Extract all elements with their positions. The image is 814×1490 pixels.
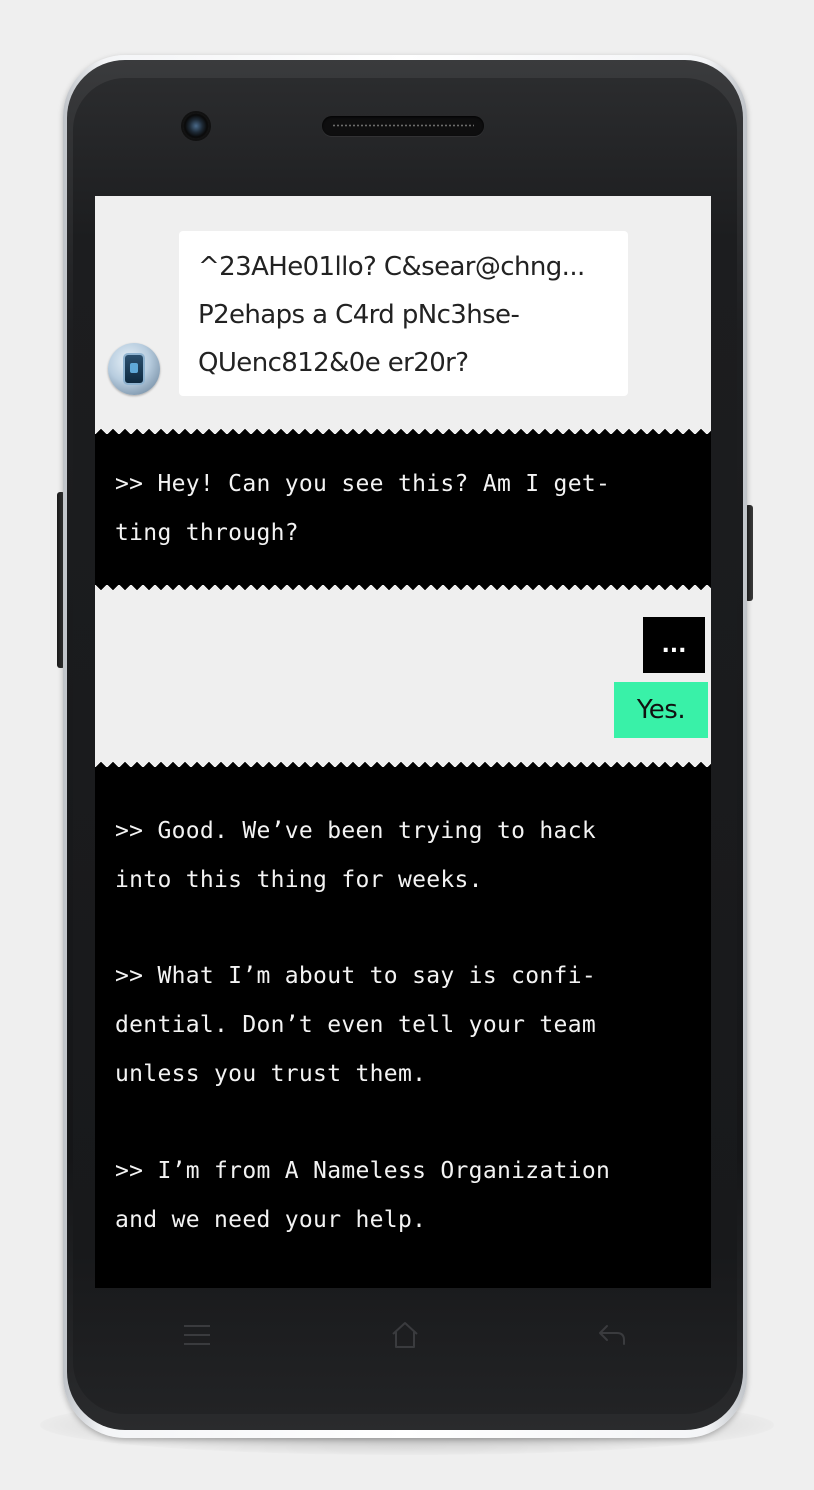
reply-panel: ... Yes.: [95, 585, 711, 767]
terminal-message: >> Good. We’ve been trying to hack into …: [115, 818, 597, 893]
earpiece-speaker: [322, 116, 484, 136]
zigzag-edge: [95, 424, 711, 434]
card-avatar-icon: [108, 343, 160, 395]
incoming-message-bubble: ^23AHe01llo? C&sear@chng... P2ehaps a C4…: [179, 231, 628, 396]
selected-reply-button[interactable]: Yes.: [614, 682, 708, 738]
home-button[interactable]: [385, 1318, 425, 1352]
zigzag-edge: [95, 585, 711, 595]
reply-option-button[interactable]: ...: [643, 617, 705, 673]
back-button[interactable]: [592, 1318, 632, 1352]
incoming-message-panel: ^23AHe01llo? C&sear@chng... P2ehaps a C4…: [95, 196, 711, 434]
terminal-message: >> What I’m about to say is confi- denti…: [115, 963, 597, 1087]
terminal-message: >> I’m from A Nameless Organization and …: [115, 1158, 611, 1233]
navigation-bar: [95, 1288, 711, 1383]
back-icon: [599, 1325, 625, 1345]
front-camera: [183, 113, 209, 139]
card-glyph: [125, 355, 143, 383]
chat-screen[interactable]: ^23AHe01llo? C&sear@chng... P2ehaps a C4…: [95, 196, 711, 1288]
zigzag-edge: [95, 757, 711, 767]
menu-icon: [184, 1325, 210, 1345]
menu-button[interactable]: [177, 1318, 217, 1352]
home-icon: [392, 1322, 418, 1348]
terminal-message: >> Hey! Can you see this? Am I get- ting…: [115, 471, 611, 546]
